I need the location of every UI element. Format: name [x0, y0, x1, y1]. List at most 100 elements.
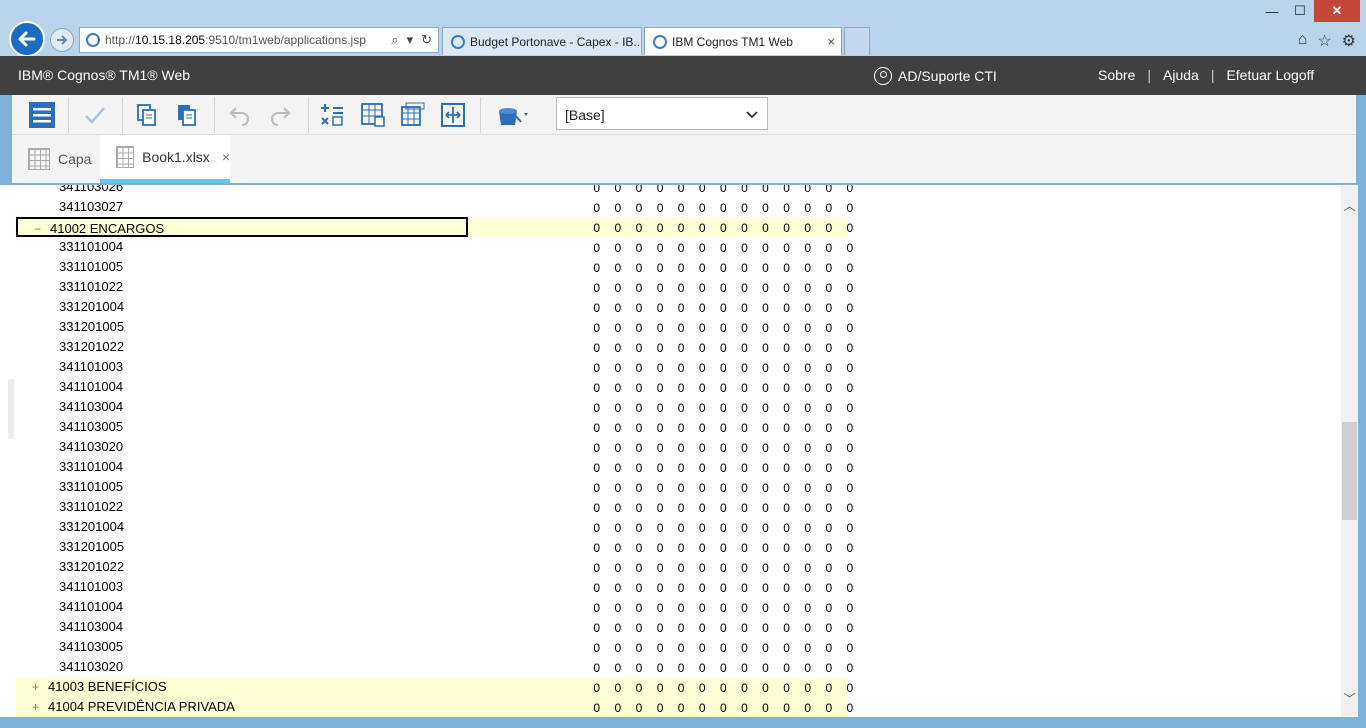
- browser-tab-budget[interactable]: Budget Portonave - Capex - IB...: [442, 27, 642, 55]
- value-cell[interactable]: 0: [579, 637, 600, 657]
- value-cell[interactable]: 0: [790, 617, 811, 637]
- row-label-cell[interactable]: 331201005: [16, 537, 468, 557]
- value-cell[interactable]: 0: [832, 185, 854, 197]
- value-cell[interactable]: 0: [811, 457, 832, 477]
- value-cell[interactable]: 0: [811, 317, 832, 337]
- value-cell[interactable]: 0: [811, 637, 832, 657]
- value-cell[interactable]: 0: [621, 617, 643, 637]
- value-cell[interactable]: 0: [663, 697, 685, 717]
- value-cell[interactable]: 0: [600, 397, 622, 417]
- expand-toggle-icon[interactable]: +: [32, 677, 39, 697]
- value-cell[interactable]: 0: [684, 417, 706, 437]
- row-label-cell[interactable]: 331101005: [16, 257, 468, 277]
- favorites-star-icon[interactable]: ☆: [1317, 31, 1331, 51]
- value-cell[interactable]: 0: [663, 657, 685, 677]
- row-label-cell[interactable]: 341103020: [16, 437, 468, 457]
- value-cell[interactable]: 0: [684, 217, 706, 237]
- table-row[interactable]: 331201005 0 0 0 0 0 0 0 0 0 0 0 0 0: [16, 537, 853, 557]
- value-cell[interactable]: 0: [684, 377, 706, 397]
- column-resize-button[interactable]: [438, 100, 468, 130]
- scroll-up-icon[interactable]: ︿: [1341, 197, 1358, 214]
- value-cell[interactable]: 0: [579, 417, 600, 437]
- value-cell[interactable]: 0: [684, 657, 706, 677]
- value-cell[interactable]: 0: [832, 517, 854, 537]
- value-cell[interactable]: 0: [790, 437, 811, 457]
- value-cell[interactable]: 0: [748, 637, 769, 657]
- value-cell[interactable]: 0: [621, 637, 643, 657]
- value-cell[interactable]: 0: [811, 357, 832, 377]
- value-cell[interactable]: 0: [748, 517, 769, 537]
- value-cell[interactable]: 0: [684, 337, 706, 357]
- value-cell[interactable]: 0: [621, 185, 643, 197]
- value-cell[interactable]: 0: [832, 417, 854, 437]
- value-cell[interactable]: 0: [748, 277, 769, 297]
- value-cell[interactable]: 0: [832, 357, 854, 377]
- row-label-cell[interactable]: 331101022: [16, 277, 468, 297]
- value-cell[interactable]: 0: [684, 437, 706, 457]
- value-cell[interactable]: 0: [811, 477, 832, 497]
- value-cell[interactable]: 0: [832, 697, 854, 717]
- value-cell[interactable]: 0: [769, 437, 790, 457]
- value-cell[interactable]: 0: [579, 397, 600, 417]
- value-cell[interactable]: 0: [663, 577, 685, 597]
- value-cell[interactable]: 0: [769, 677, 790, 697]
- value-cell[interactable]: 0: [579, 577, 600, 597]
- value-cell[interactable]: 0: [811, 337, 832, 357]
- value-cell[interactable]: 0: [579, 517, 600, 537]
- value-cell[interactable]: 0: [832, 377, 854, 397]
- value-cell[interactable]: 0: [706, 257, 727, 277]
- value-cell[interactable]: 0: [727, 217, 748, 237]
- value-cell[interactable]: 0: [727, 597, 748, 617]
- value-cell[interactable]: 0: [790, 377, 811, 397]
- value-cell[interactable]: 0: [769, 257, 790, 277]
- value-cell[interactable]: 0: [811, 537, 832, 557]
- table-row[interactable]: 331101004 0 0 0 0 0 0 0 0 0 0 0 0 0: [16, 237, 853, 257]
- value-cell[interactable]: 0: [769, 377, 790, 397]
- value-cell[interactable]: 0: [790, 237, 811, 257]
- value-cell[interactable]: 0: [727, 457, 748, 477]
- table-row[interactable]: 341103020 0 0 0 0 0 0 0 0 0 0 0 0 0: [16, 437, 853, 457]
- row-label-cell[interactable]: 341103026: [16, 185, 468, 197]
- value-cell[interactable]: 0: [579, 337, 600, 357]
- value-cell[interactable]: 0: [642, 317, 664, 337]
- value-cell[interactable]: 0: [748, 657, 769, 677]
- dropdown-icon[interactable]: ▾: [407, 32, 414, 48]
- value-cell[interactable]: 0: [684, 457, 706, 477]
- sobre-link[interactable]: Sobre: [1098, 67, 1135, 83]
- value-cell[interactable]: 0: [727, 637, 748, 657]
- panel-handle[interactable]: [8, 379, 14, 439]
- value-cell[interactable]: 0: [600, 317, 622, 337]
- value-cell[interactable]: 0: [832, 337, 854, 357]
- value-cell[interactable]: 0: [600, 537, 622, 557]
- table-row[interactable]: 331101005 0 0 0 0 0 0 0 0 0 0 0 0 0: [16, 257, 853, 277]
- table-row[interactable]: 341103026 0 0 0 0 0 0 0 0 0 0 0 0 0: [16, 185, 853, 197]
- value-cell[interactable]: 0: [621, 677, 643, 697]
- value-cell[interactable]: 0: [769, 597, 790, 617]
- value-cell[interactable]: 0: [706, 437, 727, 457]
- value-cell[interactable]: 0: [642, 237, 664, 257]
- table-row[interactable]: 341103004 0 0 0 0 0 0 0 0 0 0 0 0 0: [16, 397, 853, 417]
- value-cell[interactable]: 0: [642, 597, 664, 617]
- value-cell[interactable]: 0: [811, 197, 832, 217]
- value-cell[interactable]: 0: [663, 457, 685, 477]
- value-cell[interactable]: 0: [621, 517, 643, 537]
- value-cell[interactable]: 0: [727, 337, 748, 357]
- value-cell[interactable]: 0: [790, 277, 811, 297]
- group-row[interactable]: +41003 BENEFÍCIOS 0 0 0 0 0 0 0 0 0 0 0 0 0: [16, 677, 853, 697]
- maximize-button[interactable]: ☐: [1286, 0, 1314, 22]
- close-window-button[interactable]: ✕: [1314, 0, 1360, 22]
- collapse-toggle-icon[interactable]: −: [34, 219, 41, 239]
- value-cell[interactable]: 0: [748, 337, 769, 357]
- value-cell[interactable]: 0: [663, 357, 685, 377]
- value-cell[interactable]: 0: [790, 657, 811, 677]
- value-cell[interactable]: 0: [621, 657, 643, 677]
- value-cell[interactable]: 0: [706, 637, 727, 657]
- table-row[interactable]: 331201022 0 0 0 0 0 0 0 0 0 0 0 0 0: [16, 337, 853, 357]
- redo-button[interactable]: [265, 100, 295, 130]
- value-cell[interactable]: 0: [748, 237, 769, 257]
- back-button[interactable]: [9, 21, 45, 57]
- forward-button[interactable]: [50, 28, 74, 52]
- value-cell[interactable]: 0: [684, 697, 706, 717]
- ajuda-link[interactable]: Ajuda: [1163, 67, 1199, 83]
- value-cell[interactable]: 0: [684, 237, 706, 257]
